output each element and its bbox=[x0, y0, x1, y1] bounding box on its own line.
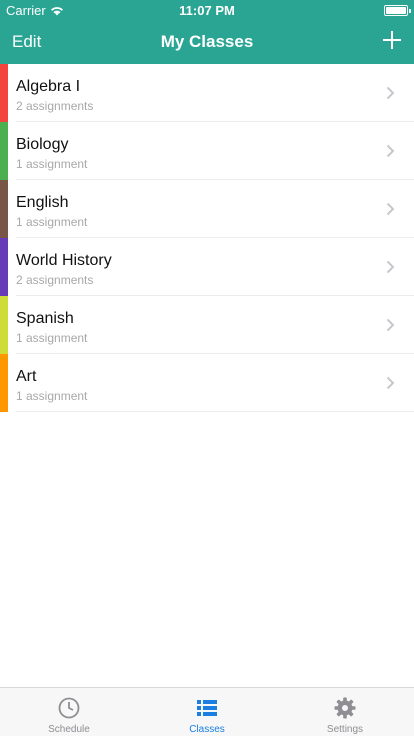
gear-icon bbox=[334, 697, 356, 719]
clock-icon bbox=[58, 697, 80, 719]
chevron-right-icon bbox=[386, 202, 395, 216]
nav-bar: Edit My Classes bbox=[0, 20, 414, 64]
tab-bar: Schedule Classes Settings bbox=[0, 687, 414, 736]
list-item[interactable]: World History 2 assignments bbox=[0, 238, 414, 296]
class-name: World History bbox=[16, 252, 112, 269]
chevron-right-icon bbox=[386, 86, 395, 100]
class-name: Algebra I bbox=[16, 78, 81, 95]
tab-label: Schedule bbox=[48, 724, 90, 735]
assignment-count: 1 assignment bbox=[16, 389, 88, 403]
battery-icon bbox=[384, 5, 411, 16]
status-time: 11:07 PM bbox=[179, 3, 235, 18]
class-color-bar bbox=[0, 296, 8, 354]
class-name: Art bbox=[16, 368, 37, 385]
status-bar: Carrier 11:07 PM bbox=[0, 0, 414, 20]
tab-label: Settings bbox=[326, 724, 364, 735]
chevron-right-icon bbox=[386, 260, 395, 274]
class-color-bar bbox=[0, 180, 8, 238]
tab-classes[interactable]: Classes bbox=[138, 688, 276, 736]
row-divider bbox=[16, 411, 414, 412]
class-color-bar bbox=[0, 122, 8, 180]
chevron-right-icon bbox=[386, 144, 395, 158]
assignment-count: 1 assignment bbox=[16, 331, 88, 345]
assignment-count: 1 assignment bbox=[16, 215, 88, 229]
plus-icon[interactable] bbox=[380, 28, 404, 52]
assignment-count: 2 assignments bbox=[16, 273, 94, 287]
class-name: Biology bbox=[16, 136, 69, 153]
list-item[interactable]: Art 1 assignment bbox=[0, 354, 414, 412]
list-item[interactable]: Biology 1 assignment bbox=[0, 122, 414, 180]
class-name: English bbox=[16, 194, 69, 211]
header: Carrier 11:07 PM Edit My Classes bbox=[0, 0, 414, 64]
tab-label: Classes bbox=[189, 724, 225, 735]
list-icon bbox=[197, 700, 217, 716]
chevron-right-icon bbox=[386, 318, 395, 332]
class-name: Spanish bbox=[16, 310, 74, 327]
assignment-count: 1 assignment bbox=[16, 157, 88, 171]
list-item[interactable]: Spanish 1 assignment bbox=[0, 296, 414, 354]
chevron-right-icon bbox=[386, 376, 395, 390]
assignment-count: 2 assignments bbox=[16, 99, 94, 113]
class-list: Algebra I 2 assignments Biology 1 assignmen… bbox=[0, 64, 414, 412]
list-item[interactable]: Algebra I 2 assignments bbox=[0, 64, 414, 122]
tab-schedule[interactable]: Schedule bbox=[0, 688, 138, 736]
class-color-bar bbox=[0, 354, 8, 412]
tab-settings[interactable]: Settings bbox=[276, 688, 414, 736]
list-item[interactable]: English 1 assignment bbox=[0, 180, 414, 238]
class-color-bar bbox=[0, 238, 8, 296]
class-color-bar bbox=[0, 64, 8, 122]
page-title: My Classes bbox=[160, 32, 254, 51]
